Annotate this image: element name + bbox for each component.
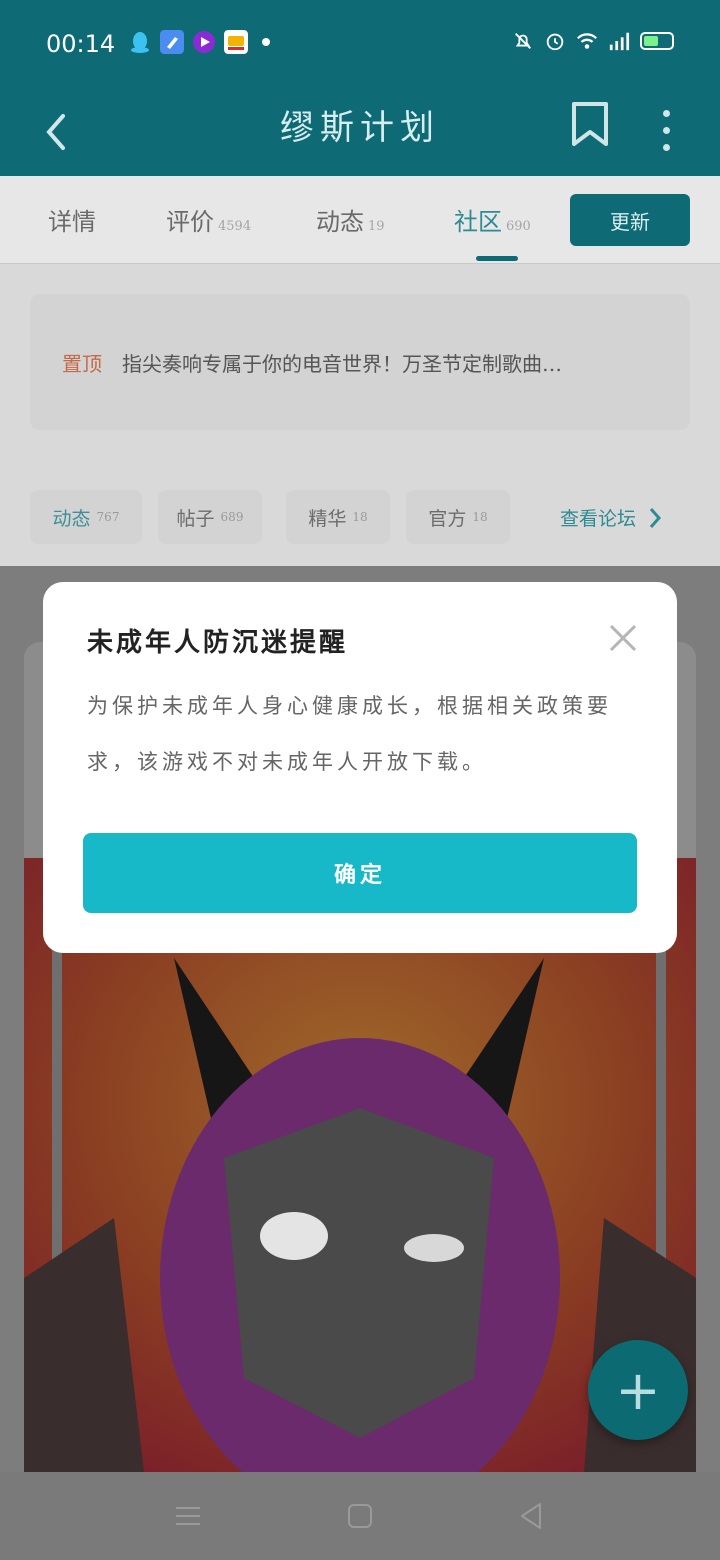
notification-icons	[128, 30, 270, 54]
confirm-button[interactable]: 确定	[83, 833, 637, 913]
plus-icon: +	[615, 1358, 661, 1422]
battery-charging-icon	[640, 32, 674, 50]
chip-feed[interactable]: 动态 767	[30, 490, 142, 544]
qq-icon	[131, 32, 149, 53]
wifi-icon	[577, 33, 597, 49]
pinned-text: 指尖奏响专属于你的电音世界！万圣节定制歌曲…	[122, 351, 562, 376]
dialog-title: 未成年人防沉迷提醒	[87, 628, 349, 658]
signal-4g-icon	[609, 32, 630, 51]
update-button[interactable]: 更新	[570, 194, 690, 246]
home-nav-icon[interactable]	[344, 1500, 376, 1532]
more-options-button[interactable]	[646, 102, 686, 158]
system-nav-bar	[0, 1472, 720, 1560]
tab-reviews[interactable]: 评价 4594	[166, 202, 251, 237]
status-time: 00:14	[46, 30, 116, 58]
chevron-right-icon	[649, 507, 662, 528]
view-forum-link[interactable]: 查看论坛	[560, 504, 662, 531]
create-post-button[interactable]: +	[588, 1340, 688, 1440]
app-bar: 缪斯计划	[0, 88, 720, 176]
pinned-tag: 置顶	[62, 351, 102, 376]
dot-icon	[662, 126, 670, 134]
anti-addiction-dialog: 未成年人防沉迷提醒 为保护未成年人身心健康成长，根据相关政策要求，该游戏不对未成…	[43, 582, 677, 953]
video-icon	[193, 31, 215, 53]
mute-icon	[515, 33, 531, 49]
active-tab-indicator	[476, 256, 518, 261]
alarm-icon	[546, 33, 564, 51]
chip-featured[interactable]: 精华 18	[286, 490, 390, 544]
bookmark-icon	[572, 102, 608, 146]
more-notifications-dot	[262, 38, 270, 46]
dot-icon	[662, 109, 670, 117]
close-icon[interactable]	[603, 618, 643, 658]
status-bar: 00:14	[0, 0, 720, 88]
tv-app-icon	[224, 30, 248, 54]
chip-official[interactable]: 官方 18	[406, 490, 510, 544]
bookmark-button[interactable]	[566, 100, 614, 148]
pinned-post[interactable]: 置顶 指尖奏响专属于你的电音世界！万圣节定制歌曲…	[30, 294, 690, 430]
tab-updates[interactable]: 动态 19	[316, 202, 385, 237]
filter-chips: 动态 767 帖子 689 精华 18 官方 18 查看论坛	[30, 490, 690, 544]
chip-posts[interactable]: 帖子 689	[158, 490, 262, 544]
system-icons	[512, 30, 674, 52]
cleaner-icon	[160, 30, 184, 54]
tab-community[interactable]: 社区 690	[454, 202, 531, 237]
dot-icon	[662, 143, 670, 151]
dialog-message: 为保护未成年人身心健康成长，根据相关政策要求，该游戏不对未成年人开放下载。	[87, 694, 612, 774]
back-nav-icon[interactable]	[516, 1500, 548, 1532]
tab-details[interactable]: 详情	[48, 202, 100, 237]
menu-nav-icon[interactable]	[172, 1500, 204, 1532]
